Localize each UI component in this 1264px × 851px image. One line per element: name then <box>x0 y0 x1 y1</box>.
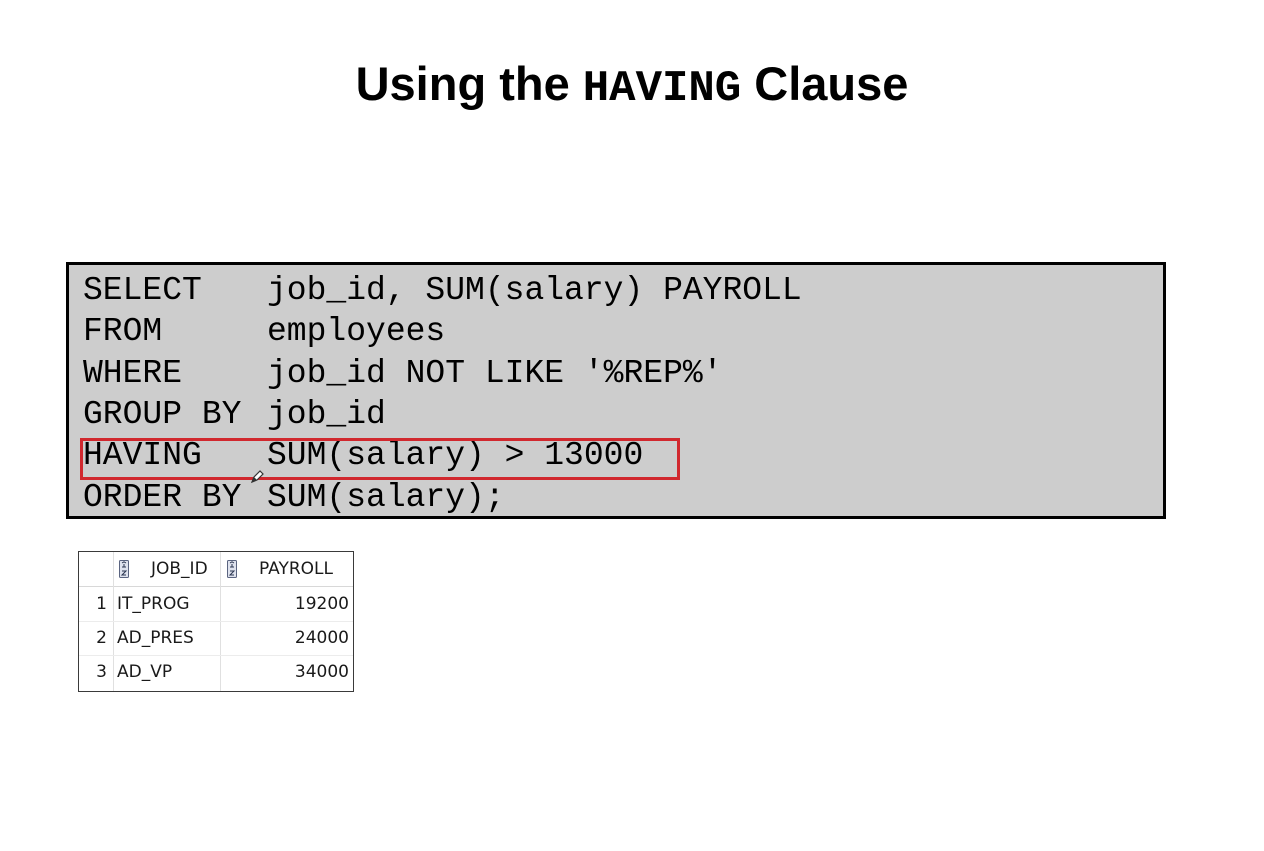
pen-cursor-icon <box>250 470 264 484</box>
result-grid: JOB_ID PAYROLL 1 IT_PROG 19200 2 AD_PRES… <box>78 551 354 692</box>
sql-code-box: SELECT job_id, SUM(salary) PAYROLL FROM em… <box>66 262 1166 519</box>
code-line-order-by: ORDER BY SUM(salary); <box>83 477 505 518</box>
code-clause: FROM <box>83 313 163 350</box>
sort-az-icon[interactable] <box>119 560 129 578</box>
cell-job-id: AD_VP <box>117 662 173 682</box>
cell-payroll: 24000 <box>294 628 349 648</box>
code-clause: ORDER BY <box>83 479 242 516</box>
cell-payroll: 19200 <box>294 594 349 614</box>
code-body: job_id <box>267 396 386 433</box>
column-header-payroll[interactable]: PAYROLL <box>259 559 333 579</box>
cell-job-id: AD_PRES <box>117 628 194 648</box>
code-body: SUM(salary); <box>267 479 505 516</box>
code-line-where: WHERE job_id NOT LIKE '%REP%' <box>83 353 722 394</box>
row-number: 3 <box>96 662 107 682</box>
cell-job-id: IT_PROG <box>117 594 190 614</box>
code-clause: SELECT <box>83 272 202 309</box>
code-clause: WHERE <box>83 355 183 392</box>
code-clause: GROUP BY <box>83 396 242 433</box>
title-prefix: Using the <box>355 57 583 110</box>
slide-title: Using the HAVING Clause <box>0 56 1264 117</box>
code-body: employees <box>267 313 446 350</box>
code-body: job_id NOT LIKE '%REP%' <box>267 355 723 392</box>
table-row[interactable]: 2 AD_PRES 24000 <box>79 621 353 656</box>
code-line-select: SELECT job_id, SUM(salary) PAYROLL <box>83 270 802 311</box>
result-grid-header: JOB_ID PAYROLL <box>79 552 353 587</box>
code-body: job_id, SUM(salary) PAYROLL <box>267 272 802 309</box>
row-number: 2 <box>96 628 107 648</box>
code-line-group-by: GROUP BY job_id <box>83 394 386 435</box>
table-row[interactable]: 1 IT_PROG 19200 <box>79 587 353 622</box>
cell-payroll: 34000 <box>294 662 349 682</box>
code-line-from: FROM employees <box>83 311 445 352</box>
title-suffix: Clause <box>741 57 909 110</box>
sort-az-icon[interactable] <box>227 560 237 578</box>
column-header-job-id[interactable]: JOB_ID <box>151 559 208 579</box>
table-row[interactable]: 3 AD_VP 34000 <box>79 655 353 689</box>
row-number: 1 <box>96 594 107 614</box>
title-keyword: HAVING <box>582 64 742 114</box>
having-highlight-box <box>80 438 680 480</box>
